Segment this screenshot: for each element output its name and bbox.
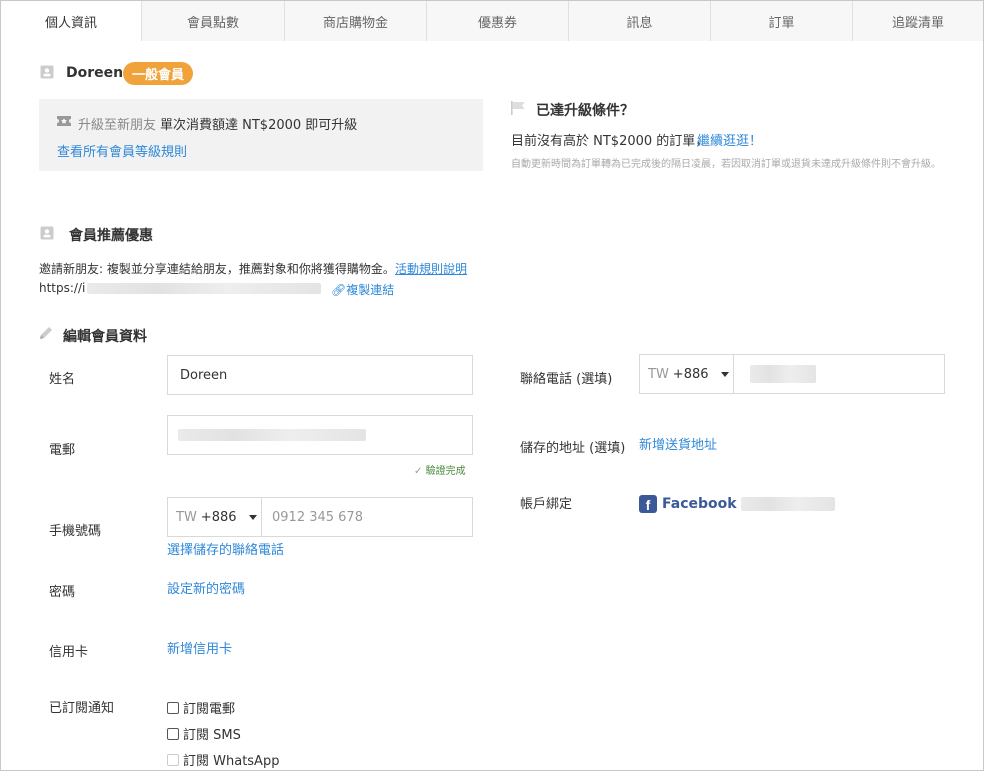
facebook-account-redacted [740, 497, 835, 511]
checkbox-box[interactable] [167, 701, 179, 714]
upgrade-box [39, 99, 483, 171]
tab-points[interactable]: 會員點數 [141, 1, 284, 41]
add-address-link[interactable]: 新增送貨地址 [639, 434, 717, 453]
upgrade-status-title: 已達升級條件？ [536, 103, 634, 119]
tab-label: 訊息 [626, 15, 653, 31]
account-binding-label: 帳戶綁定 [520, 497, 573, 512]
name-value: Doreen [180, 367, 228, 383]
tab-bar: 個人資訊 會員點數 商店購物金 優惠券 訊息 訂單 追蹤清單 [1, 1, 983, 42]
password-label: 密碼 [49, 585, 76, 600]
email-verified-text: 驗證完成 [425, 466, 466, 477]
chevron-down-icon [248, 514, 257, 520]
mobile-country-select[interactable]: TW +886 [168, 498, 262, 536]
member-card-icon [40, 65, 54, 83]
subscriptions-label: 已訂閱通知 [49, 701, 115, 716]
referral-url: https://i [39, 281, 85, 295]
chevron-down-icon [720, 371, 729, 377]
copy-link-button[interactable]: 🔗︎複製連結 [331, 281, 394, 298]
mobile-number-input[interactable]: 0912 345 678 [262, 510, 363, 525]
add-credit-card-link[interactable]: 新增信用卡 [167, 638, 232, 657]
checkbox-box [167, 753, 179, 766]
ticket-icon [57, 115, 71, 131]
tab-label: 商店購物金 [322, 15, 388, 31]
subscribe-email-label: 訂閱電郵 [183, 702, 236, 717]
saved-address-label: 儲存的地址 (選填) [520, 441, 626, 456]
subscribe-whatsapp-checkbox: 訂閱 WhatsApp [167, 750, 279, 769]
facebook-binding[interactable]: f Facebook [639, 495, 835, 513]
tab-profile[interactable]: 個人資訊 [1, 1, 141, 42]
tab-messages[interactable]: 訊息 [568, 1, 710, 41]
copy-link-label: 複製連結 [346, 283, 395, 297]
subscribe-sms-label: 訂閱 SMS [183, 728, 241, 743]
referral-rules-link[interactable]: 活動規則說明 [395, 260, 467, 277]
set-password-link[interactable]: 設定新的密碼 [167, 578, 245, 597]
contact-dial-code: +886 [672, 366, 709, 382]
choose-saved-phone-link[interactable]: 選擇儲存的聯絡電話 [167, 539, 284, 558]
upgrade-status-note: 自動更新時間為訂單轉為已完成後的隔日凌晨，若因取消訂單或退貨未達成升級條件則不會… [511, 159, 941, 170]
upgrade-target: 升級至新朋友 [78, 118, 157, 133]
tab-label: 追蹤清單 [891, 15, 944, 31]
referral-card-icon [40, 226, 54, 244]
email-label: 電郵 [49, 443, 76, 458]
email-input[interactable] [167, 415, 473, 455]
facebook-label: Facebook [662, 496, 737, 512]
contact-country-select[interactable]: TW +886 [640, 355, 734, 393]
member-center: 個人資訊 會員點數 商店購物金 優惠券 訊息 訂單 追蹤清單 Doreen 一般… [0, 0, 984, 771]
upgrade-condition: 單次消費額達 NT$2000 即可升級 [160, 118, 358, 133]
credit-card-label: 信用卡 [49, 645, 89, 660]
tab-orders[interactable]: 訂單 [710, 1, 852, 41]
tab-label: 個人資訊 [44, 15, 97, 31]
subscribe-sms-checkbox[interactable]: 訂閱 SMS [167, 724, 241, 743]
checkbox-box[interactable] [167, 727, 179, 740]
email-verified-status: ✓ 驗證完成 [414, 462, 466, 477]
mobile-input-group: TW +886 0912 345 678 [167, 497, 473, 537]
referral-url-text: https://i [39, 281, 86, 295]
contact-phone-label: 聯絡電話 (選填) [520, 372, 613, 387]
subscribe-whatsapp-label: 訂閱 WhatsApp [183, 754, 280, 769]
mobile-country-code: TW [176, 509, 197, 525]
pencil-icon [39, 326, 53, 344]
contact-country-code: TW [648, 366, 669, 382]
tab-label: 優惠券 [477, 15, 517, 31]
referral-url-redacted [87, 283, 321, 294]
name-input[interactable]: Doreen [167, 355, 473, 395]
contact-phone-redacted[interactable] [750, 365, 816, 383]
mobile-dial-code: +886 [200, 509, 237, 525]
continue-shopping-link[interactable]: 繼續逛逛！ [697, 130, 762, 149]
member-name: Doreen [66, 65, 124, 81]
referral-text: 邀請新朋友: 複製並分享連結給朋友，推薦對象和你將獲得購物金。 [39, 262, 395, 276]
email-redacted [178, 429, 366, 441]
edit-profile-title: 編輯會員資料 [63, 329, 147, 345]
tab-label: 會員點數 [186, 15, 239, 31]
tab-coupons[interactable]: 優惠券 [426, 1, 568, 41]
mobile-label: 手機號碼 [49, 524, 102, 539]
membership-rules-link[interactable]: 查看所有會員等級規則 [57, 141, 187, 160]
referral-title: 會員推薦優惠 [69, 228, 153, 244]
tab-wishlist[interactable]: 追蹤清單 [852, 1, 983, 41]
link-icon: 🔗︎ [331, 283, 347, 297]
flag-icon [511, 101, 527, 119]
tab-label: 訂單 [768, 15, 795, 31]
tab-store-credit[interactable]: 商店購物金 [284, 1, 426, 41]
contact-phone-group: TW +886 [639, 354, 945, 394]
subscribe-email-checkbox[interactable]: 訂閱電郵 [167, 698, 235, 717]
upgrade-status-message: 目前沒有高於 NT$2000 的訂單， [511, 134, 709, 149]
facebook-icon: f [639, 495, 657, 513]
member-tier-badge: 一般會員 [123, 62, 194, 85]
check-icon: ✓ [414, 466, 423, 477]
name-label: 姓名 [49, 372, 76, 387]
